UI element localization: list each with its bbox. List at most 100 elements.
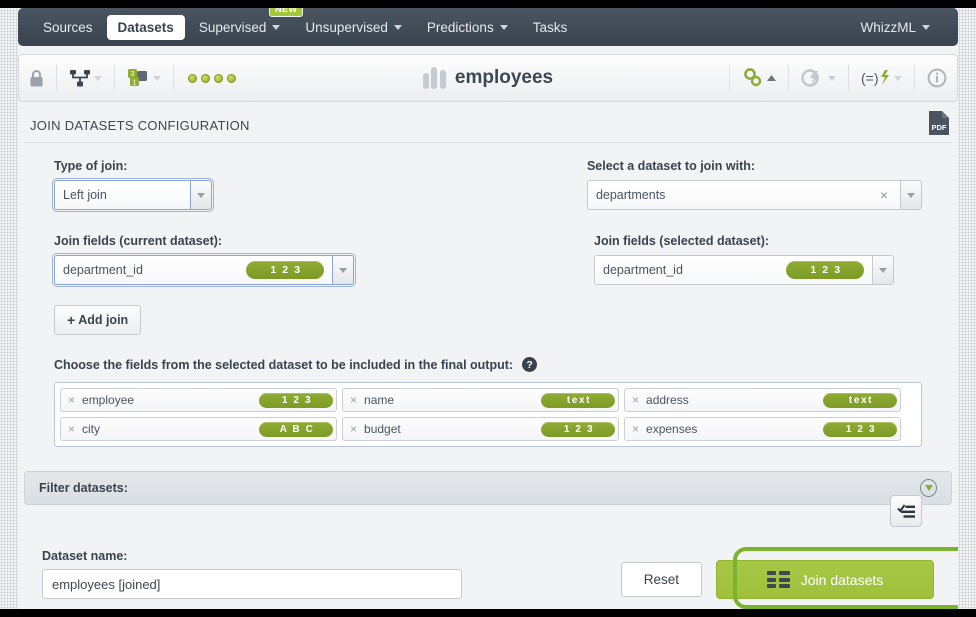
join-fields-selected-value-wrap: department_id 1 2 3 <box>594 255 872 285</box>
sample-dataset-button[interactable]: 3 1 <box>117 55 171 101</box>
chevron-down-icon <box>907 192 915 198</box>
remove-field-icon[interactable]: × <box>68 423 75 435</box>
add-join-label: Add join <box>78 313 129 327</box>
reset-button[interactable]: Reset <box>620 562 702 597</box>
nav-label-datasets: Datasets <box>117 19 174 35</box>
dataset-toolbar: 3 1 employees (=) <box>18 54 958 102</box>
footer-actions: Dataset name: Reset Join datasets <box>42 547 976 609</box>
share-network-button[interactable] <box>59 55 112 101</box>
dataset-select-group: Select a dataset to join with: departmen… <box>586 159 922 210</box>
status-dot <box>201 73 210 83</box>
join-datasets-page: Sources Datasets Supervised NEW Unsuperv… <box>0 0 976 617</box>
chevron-down-icon <box>153 75 161 81</box>
field-chip-label: expenses <box>646 422 698 436</box>
dataset-select[interactable]: departments × <box>586 180 922 210</box>
join-fields-current-value-wrap: department_id 1 2 3 <box>54 255 332 285</box>
chevron-down-icon <box>196 192 205 198</box>
join-fields-current-group: Join fields (current dataset): departmen… <box>52 234 356 287</box>
dataset-select-dropdown-arrow[interactable] <box>900 180 922 210</box>
help-question-icon[interactable]: ? <box>522 357 538 372</box>
nav-label-unsupervised: Unsupervised <box>305 19 388 35</box>
action-buttons: Reset Join datasets <box>620 547 976 609</box>
form-row-join-fields: Join fields (current dataset): departmen… <box>52 234 922 287</box>
join-fields-selected-label: Join fields (selected dataset): <box>594 234 770 248</box>
privacy-lock-button[interactable] <box>19 55 54 101</box>
top-letterbox <box>0 0 976 8</box>
field-chip[interactable]: × city A B C <box>60 417 337 441</box>
join-type-select[interactable]: Left join <box>52 178 214 212</box>
field-type-badge: 1 2 3 <box>823 421 897 437</box>
join-icon <box>766 571 790 588</box>
configure-button[interactable] <box>732 55 786 101</box>
join-fields-current-select[interactable]: department_id 1 2 3 <box>52 253 356 287</box>
field-chip[interactable]: × budget 1 2 3 <box>342 417 619 441</box>
status-dot <box>214 73 223 83</box>
select-all-fields-button[interactable] <box>890 495 922 527</box>
join-fields-selected-group: Join fields (selected dataset): departme… <box>594 234 894 285</box>
field-type-badge: 1 2 3 <box>541 421 615 437</box>
field-type-badge: 1 2 3 <box>786 261 864 279</box>
field-type-badge: text <box>541 392 615 408</box>
chevron-down-icon <box>879 267 887 273</box>
left-rail <box>0 0 18 617</box>
svg-text:PDF: PDF <box>932 123 947 132</box>
chevron-down-icon <box>339 267 347 273</box>
chevron-down-icon <box>272 24 281 30</box>
selected-fields-box: × employee 1 2 3 × name text × address t… <box>54 382 922 447</box>
field-type-badge: 1 2 3 <box>246 261 324 279</box>
dataset-select-value-wrap: departments × <box>586 180 900 210</box>
field-type-badge: A B C <box>259 421 333 437</box>
add-join-button[interactable]: + Add join <box>54 305 142 335</box>
nav-item-datasets[interactable]: Datasets <box>106 14 185 40</box>
nav-item-unsupervised[interactable]: Unsupervised <box>294 15 413 40</box>
join-type-dropdown-arrow[interactable] <box>189 180 212 210</box>
remove-field-icon[interactable]: × <box>632 394 639 406</box>
cloud-bolt-icon <box>801 68 825 88</box>
nav-item-sources[interactable]: Sources <box>32 15 104 40</box>
nav-item-tasks[interactable]: Tasks <box>522 15 579 40</box>
batch-formula-icon: (=) <box>861 68 891 88</box>
nav-item-predictions[interactable]: Predictions <box>416 15 519 40</box>
network-share-icon <box>69 69 91 88</box>
clear-selection-icon[interactable]: × <box>876 188 892 202</box>
toolbar-divider <box>114 65 115 91</box>
chevron-down-icon <box>393 24 402 30</box>
join-fields-selected-dropdown-arrow[interactable] <box>872 255 894 285</box>
nav-label-whizzml: WhizzML <box>860 19 916 35</box>
lock-icon <box>29 69 44 88</box>
join-fields-current-dropdown-arrow[interactable] <box>332 255 354 285</box>
field-chip[interactable]: × address text <box>624 388 901 412</box>
dataset-name-input[interactable] <box>42 569 462 599</box>
toolbar-divider <box>729 65 730 91</box>
right-rail <box>958 0 976 617</box>
remove-field-icon[interactable]: × <box>632 423 639 435</box>
plus-icon: + <box>67 312 76 328</box>
info-icon <box>927 68 947 88</box>
field-chip[interactable]: × name text <box>342 388 619 412</box>
remove-field-icon[interactable]: × <box>68 394 75 406</box>
field-chip-label: city <box>82 422 101 436</box>
info-button[interactable] <box>917 55 957 101</box>
field-chip[interactable]: × employee 1 2 3 <box>60 388 337 412</box>
expand-filter-button[interactable] <box>920 479 937 497</box>
remove-field-icon[interactable]: × <box>350 394 357 406</box>
nav-label-tasks: Tasks <box>532 19 568 35</box>
pdf-download-icon[interactable]: PDF <box>928 110 950 136</box>
choose-fields-label: Choose the fields from the selected data… <box>54 357 514 372</box>
remove-field-icon[interactable]: × <box>350 423 357 435</box>
join-fields-selected-select[interactable]: department_id 1 2 3 <box>594 255 894 285</box>
status-dots <box>176 73 248 83</box>
chevron-down-icon <box>924 485 933 491</box>
field-chip[interactable]: × expenses 1 2 3 <box>624 417 901 441</box>
nav-item-whizzml[interactable]: WhizzML <box>849 15 941 40</box>
field-chip-label: address <box>646 393 689 407</box>
toolbar-divider <box>173 65 174 91</box>
chevron-down-icon <box>94 75 102 81</box>
batch-script-button[interactable]: (=) <box>851 55 912 101</box>
join-config-content: JOIN DATASETS CONFIGURATION PDF ? <box>18 106 976 609</box>
field-chip-label: budget <box>364 422 401 436</box>
nav-item-supervised[interactable]: Supervised NEW <box>188 1 304 40</box>
nav-label-sources: Sources <box>43 19 93 35</box>
filter-datasets-section[interactable]: Filter datasets: <box>24 471 952 505</box>
join-datasets-button[interactable]: Join datasets <box>716 560 934 599</box>
